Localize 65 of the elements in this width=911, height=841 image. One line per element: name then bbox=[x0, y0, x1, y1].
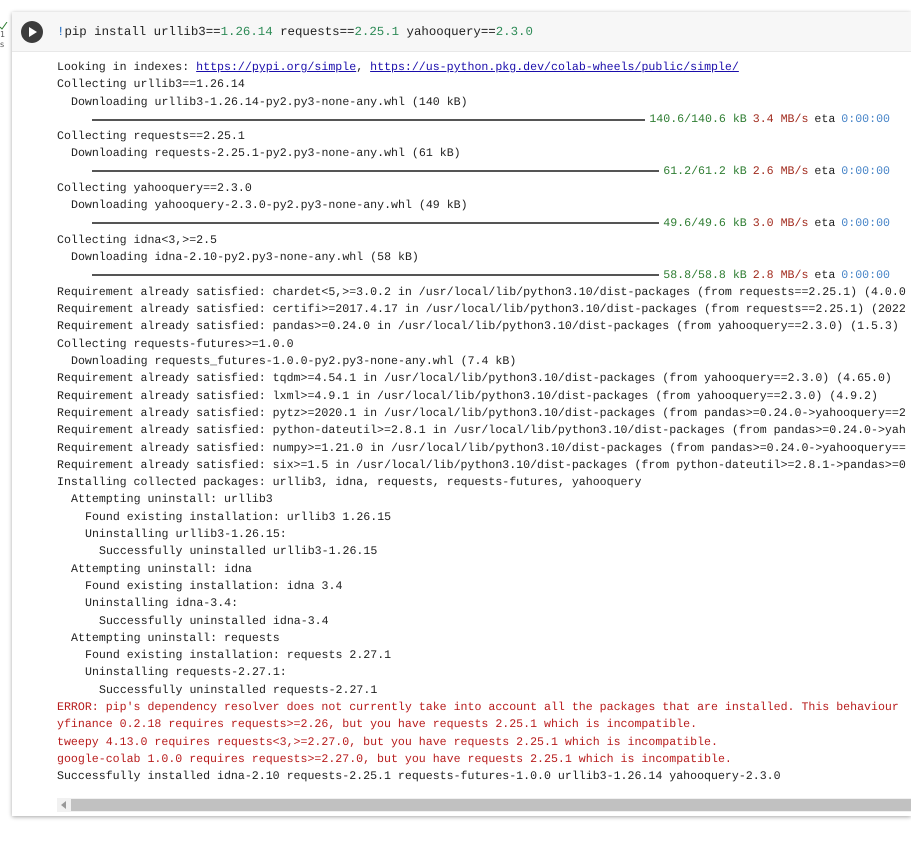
output-line: Successfully uninstalled requests-2.27.1 bbox=[99, 682, 378, 699]
download-speed: 2.6 MB/s bbox=[752, 164, 808, 178]
output-line: Attempting uninstall: urllib3 bbox=[71, 492, 273, 508]
error-line: google-colab 1.0.0 requires requests>=2.27.0, but you have requests 2.25.1 which is incompatible. bbox=[57, 752, 732, 768]
output-line: Attempting uninstall: requests bbox=[71, 630, 280, 647]
output-line: Downloading idna-2.10-py2.py3-none-any.whl (58 kB) bbox=[71, 250, 419, 266]
download-speed: 3.0 MB/s bbox=[752, 216, 808, 230]
output-text: , bbox=[356, 61, 364, 74]
output-line: Successfully uninstalled idna-3.4 bbox=[99, 614, 329, 630]
output-line: Uninstalling idna-3.4: bbox=[85, 596, 238, 612]
url-link[interactable]: https://us-python.pkg.dev/colab-wheels/public/simple/ bbox=[370, 61, 739, 74]
execution-time: s bbox=[0, 40, 4, 50]
url-link[interactable]: https://pypi.org/simple bbox=[196, 61, 356, 74]
eta-time: 0:00:00 bbox=[841, 164, 890, 178]
output-line: Downloading requests-2.25.1-py2.py3-none-any.whl (61 kB) bbox=[71, 146, 461, 162]
output-text: Looking in indexes: bbox=[57, 61, 190, 74]
scroll-left-icon[interactable] bbox=[61, 801, 67, 809]
output-line: Found existing installation: urllib3 1.26.15 bbox=[85, 510, 392, 526]
eta-time: 0:00:00 bbox=[841, 268, 890, 282]
code-editor[interactable]: !pip install urllib3==1.26.14 requests==2.25.1 yahooquery==2.3.0 bbox=[12, 12, 911, 52]
eta-label: eta bbox=[814, 164, 836, 178]
output-line: Downloading requests_futures-1.0.0-py2.py3-none-any.whl (7.4 kB) bbox=[71, 354, 516, 370]
download-size: 61.2/61.2 kB bbox=[663, 164, 747, 178]
eta-label: eta bbox=[814, 268, 836, 282]
output-line: Requirement already satisfied: chardet<5,>=3.0.2 in /usr/local/lib/python3.10/dist-packages (from requests==2.25.1) (4.0.0 bbox=[57, 284, 906, 301]
output-line: Requirement already satisfied: six>=1.5 in /usr/local/lib/python3.10/dist-packages (from python-dateutil>=2.8.1->pandas>=0 bbox=[57, 458, 906, 474]
output-line: Requirement already satisfied: pandas>=0.24.0 in /usr/local/lib/python3.10/dist-packages (from yahooquery==2.3.0) (1.5.3) bbox=[57, 319, 899, 336]
download-size: 49.6/49.6 kB bbox=[663, 216, 747, 230]
output-line: Requirement already satisfied: lxml>=4.9.1 in /usr/local/lib/python3.10/dist-packages (from yahooquery==2.3.0) (4.9.2) bbox=[57, 388, 878, 405]
output-line: Uninstalling urllib3-1.26.15: bbox=[85, 527, 287, 544]
output-line: Requirement already satisfied: tqdm>=4.54.1 in /usr/local/lib/python3.10/dist-packages (from yahooquery==2.3.0) (4.65.0) bbox=[57, 371, 892, 388]
eta-time: 0:00:00 bbox=[841, 216, 890, 230]
output-line: Requirement already satisfied: python-dateutil>=2.8.1 in /usr/local/lib/python3.10/dist-packages (from pandas>=0.24.0->yah bbox=[57, 423, 906, 440]
code-line: !pip install urllib3==1.26.14 requests==2.25.1 yahooquery==2.3.0 bbox=[57, 24, 533, 38]
eta-label: eta bbox=[814, 113, 836, 126]
download-speed: 2.8 MB/s bbox=[752, 268, 808, 282]
output-line: Successfully uninstalled urllib3-1.26.15 bbox=[99, 544, 378, 560]
output-line: Downloading yahooquery-2.3.0-py2.py3-none-any.whl (49 kB) bbox=[71, 198, 468, 214]
download-size: 58.8/58.8 kB bbox=[663, 268, 747, 282]
output-line: Successfully installed idna-2.10 requests-2.25.1 requests-futures-1.0.0 urllib3-1.26.14 yahooquery-2.3.0 bbox=[57, 769, 781, 786]
run-button[interactable] bbox=[21, 20, 43, 42]
output-line: Downloading urllib3-1.26.14-py2.py3-none-any.whl (140 kB) bbox=[71, 94, 468, 111]
output-line: Collecting requests==2.25.1 bbox=[57, 129, 245, 146]
error-line: ERROR: pip's dependency resolver does not currently take into account all the packages that are installed. This behaviour bbox=[57, 700, 899, 716]
output-line: Found existing installation: requests 2.27.1 bbox=[85, 648, 392, 664]
eta-label: eta bbox=[814, 216, 836, 230]
download-size: 140.6/140.6 kB bbox=[649, 113, 747, 126]
horizontal-scrollbar[interactable] bbox=[57, 798, 911, 812]
output-line: Requirement already satisfied: numpy>=1.21.0 in /usr/local/lib/python3.10/dist-packages (from pandas>=0.24.0->yahooquery== bbox=[57, 440, 906, 457]
output-line: Collecting yahooquery==2.3.0 bbox=[57, 181, 252, 198]
execution-time: 1 bbox=[0, 30, 6, 40]
output-line: Uninstalling requests-2.27.1: bbox=[85, 665, 287, 682]
output-line: Found existing installation: idna 3.4 bbox=[85, 578, 342, 595]
error-line: yfinance 0.2.18 requires requests>=2.26, but you have requests 2.25.1 which is incompatible. bbox=[57, 717, 698, 734]
download-speed: 3.4 MB/s bbox=[752, 113, 808, 126]
output-line: Installing collected packages: urllib3, idna, requests, requests-futures, yahooquery bbox=[57, 475, 642, 492]
eta-time: 0:00:00 bbox=[841, 113, 890, 126]
output-line: Attempting uninstall: idna bbox=[71, 562, 252, 578]
output-line: Requirement already satisfied: certifi>=2017.4.17 in /usr/local/lib/python3.10/dist-packages (from requests==2.25.1) (2022 bbox=[57, 302, 906, 318]
output-line: Collecting idna<3,>=2.5 bbox=[57, 232, 218, 249]
output-line: Requirement already satisfied: pytz>=2020.1 in /usr/local/lib/python3.10/dist-packages (from pandas>=0.24.0->yahooquery==2 bbox=[57, 406, 906, 422]
play-icon bbox=[28, 26, 36, 36]
error-line: tweepy 4.13.0 requires requests<3,>=2.27.0, but you have requests 2.25.1 which is incompatible. bbox=[57, 734, 718, 751]
output-line: Collecting urllib3==1.26.14 bbox=[57, 77, 245, 94]
output-line: Collecting requests-futures>=1.0.0 bbox=[57, 336, 294, 353]
